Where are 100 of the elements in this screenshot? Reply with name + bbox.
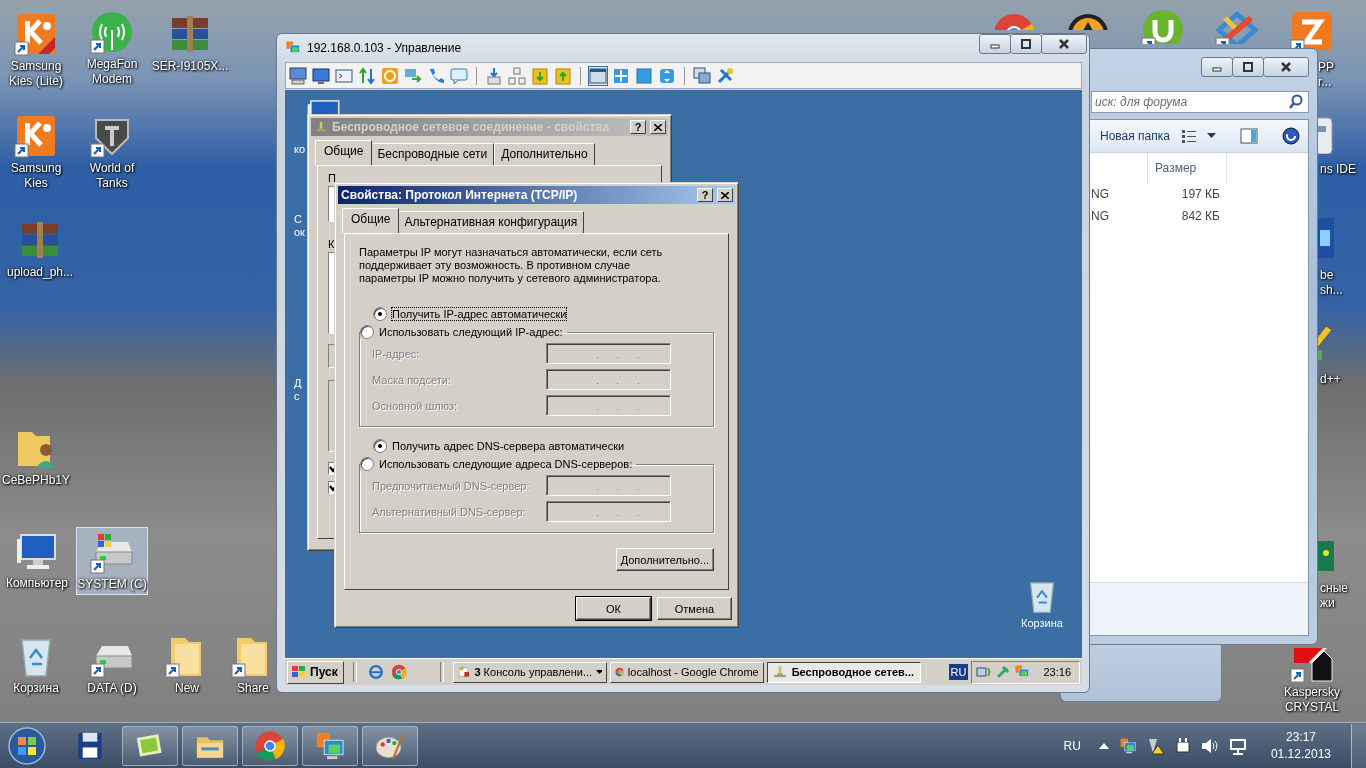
power-plug-icon[interactable] <box>1174 736 1191 755</box>
field-label: Маска подсети: <box>372 372 452 388</box>
remote-desktop-icon[interactable] <box>1118 736 1137 755</box>
icon-label: Корзина <box>1021 617 1063 630</box>
description-text: Параметры IP могут назначаться автоматически, если сеть поддерживает эту возможность. В противном случае параметры IP можно получить у сетевого администратора. <box>359 246 664 285</box>
transfer-icon[interactable] <box>357 65 377 86</box>
network-icon <box>771 664 788 680</box>
download-icon[interactable] <box>484 65 504 86</box>
search-field[interactable]: иск: для форума <box>1091 91 1309 113</box>
taskbar-button[interactable] <box>182 725 238 766</box>
help-button[interactable]: ? <box>697 188 713 202</box>
view-list-icon[interactable] <box>1181 129 1197 143</box>
tools-icon[interactable] <box>715 65 735 86</box>
app-icon <box>1318 216 1336 258</box>
taskbar-button[interactable]: 3 Консоль управлени... <box>452 661 607 683</box>
speaker-icon[interactable] <box>1200 737 1219 754</box>
warning-icon[interactable] <box>1146 736 1165 755</box>
desktop-shortcut[interactable]: CeBePHb1Y <box>0 424 72 490</box>
icon-label: upload_ph... <box>6 265 74 280</box>
file-size-cell-text: 842 КБ <box>1180 208 1221 225</box>
icon-label: Компьютер <box>5 576 69 591</box>
icon-label: SER-I9105X... <box>151 59 229 74</box>
clock: 23:17 <box>1285 728 1316 746</box>
window-icon[interactable] <box>588 65 608 86</box>
expand-icon[interactable] <box>1098 742 1109 749</box>
file-size-cell-text: 197 КБ <box>1180 186 1221 203</box>
network-icon[interactable] <box>1228 736 1247 755</box>
help-icon[interactable] <box>1282 127 1300 145</box>
icon-label: d++ <box>1320 372 1341 387</box>
monitor-icon[interactable] <box>288 65 308 86</box>
close-icon <box>721 191 729 199</box>
remote-desktop-icon[interactable] <box>1014 664 1031 680</box>
maximize-button[interactable] <box>1232 57 1264 77</box>
field-label: К <box>328 238 335 250</box>
desktop-shortcut[interactable]: Share <box>230 632 276 698</box>
close-icon <box>654 123 662 131</box>
desktop-shortcut[interactable]: World of Tanks <box>76 112 148 193</box>
show-desktop-button[interactable] <box>1351 723 1366 768</box>
icon-label: ns IDE <box>1320 162 1356 177</box>
taskbar-button[interactable]: localhost - Google Chrome <box>609 661 764 683</box>
console-icon <box>457 664 471 680</box>
browser-icon[interactable] <box>390 664 407 680</box>
icon-label: DATA (D) <box>87 681 137 696</box>
language-indicator[interactable]: RU <box>1063 738 1081 753</box>
icon-label: сные жи <box>1320 581 1348 611</box>
ok-button[interactable]: ОК <box>576 597 651 620</box>
minimize-button[interactable] <box>1201 57 1233 77</box>
start-button[interactable] <box>7 725 47 766</box>
chat-icon[interactable] <box>449 65 469 86</box>
advanced-button[interactable]: Дополнительно... <box>615 548 714 571</box>
tab[interactable]: Беспроводные сети <box>370 143 495 165</box>
close-button[interactable] <box>1263 57 1309 77</box>
icon-label: Д с <box>294 377 302 403</box>
desktop-shortcut[interactable]: Kaspersky CRYSTAL <box>1274 646 1350 717</box>
icon-label: ко <box>294 143 306 156</box>
monitor-icon[interactable] <box>311 65 331 86</box>
remote-desktop-icon <box>285 40 301 56</box>
close-icon <box>1058 39 1070 49</box>
maximize-icon <box>1020 39 1032 49</box>
radio-button[interactable]: Использовать следующие адреса DNS-серверов: <box>360 457 633 471</box>
help-button[interactable]: ? <box>630 120 646 134</box>
icon-label: Kaspersky CRYSTAL <box>1284 685 1340 715</box>
column-header[interactable]: Размер <box>1147 153 1227 183</box>
taskbar-button[interactable]: Беспроводное сетев... <box>766 661 921 683</box>
field-label: Альтернативный DNS-сервер: <box>372 504 527 520</box>
radio-button[interactable]: Использовать следующий IP-адрес: <box>360 325 563 339</box>
tab[interactable]: Общие <box>342 208 400 233</box>
start-button[interactable]: Пуск <box>287 660 344 684</box>
close-button[interactable] <box>1041 34 1087 54</box>
maximize-button[interactable] <box>1010 34 1042 54</box>
caret-icon[interactable] <box>1207 133 1216 139</box>
tab[interactable]: Дополнительно <box>494 143 595 165</box>
desktop-shortcut[interactable]: New <box>151 632 223 698</box>
tab[interactable]: Общие <box>315 140 373 165</box>
clipboard-icon[interactable] <box>530 65 550 86</box>
square-icon[interactable] <box>634 65 654 86</box>
app-icon <box>1318 114 1336 154</box>
taskbar-button[interactable] <box>362 725 418 766</box>
icon-label: MegaFon Modem <box>85 57 139 87</box>
desktop-shortcut[interactable]: Корзина <box>0 632 72 698</box>
maximize-icon <box>1242 62 1254 72</box>
taskbar-button[interactable] <box>122 725 178 766</box>
windows-icon[interactable] <box>692 65 712 86</box>
desktop-shortcut[interactable]: Samsung Kies <box>0 112 72 193</box>
tab[interactable]: Альтернативная конфигурация <box>397 211 585 233</box>
clipboard-icon[interactable] <box>553 65 573 86</box>
search-icon <box>1288 94 1304 110</box>
cancel-button[interactable]: Отмена <box>657 597 732 620</box>
icon-label: World of Tanks <box>88 161 136 191</box>
new-folder-button[interactable]: Новая папка <box>1100 129 1170 143</box>
desktop-shortcut[interactable]: DATA (D) <box>76 632 148 698</box>
language-indicator[interactable]: RU <box>948 664 969 680</box>
window-title: 192.168.0.103 - Управление <box>307 41 463 55</box>
preview-pane-icon[interactable] <box>1240 128 1258 144</box>
minimize-button[interactable] <box>979 34 1011 54</box>
date: 01.12.2013 <box>1270 745 1331 763</box>
desktop-shortcut[interactable]: upload_ph... <box>0 216 80 282</box>
browser-icon[interactable] <box>367 664 384 680</box>
icon-label: Samsung Kies (Lite) <box>8 59 64 89</box>
caret-icon <box>596 670 602 674</box>
